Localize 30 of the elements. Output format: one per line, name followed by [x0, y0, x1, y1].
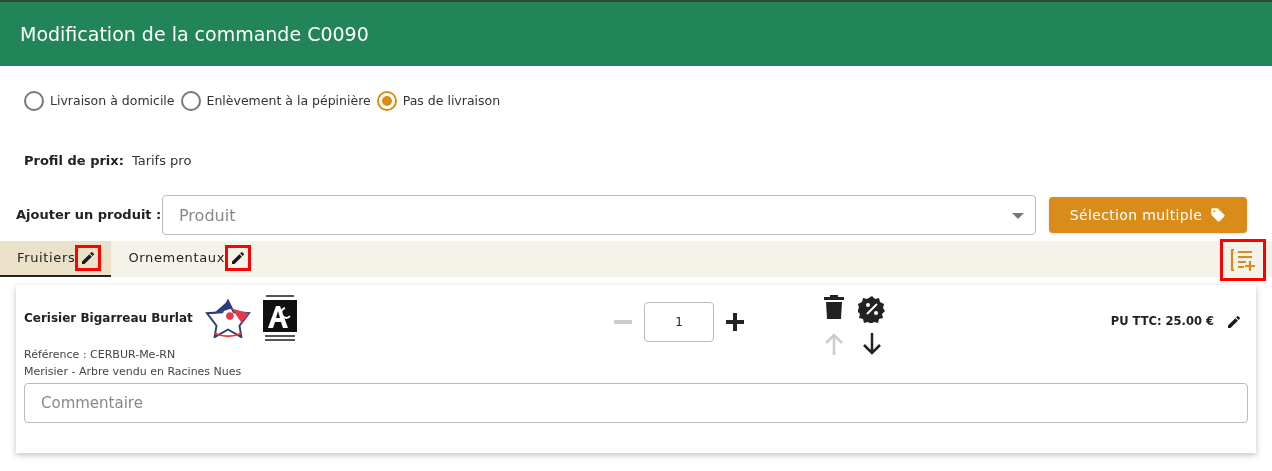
- product-select[interactable]: Produit: [162, 195, 1036, 235]
- add-block-icon[interactable]: [1220, 239, 1266, 281]
- discount-badge-icon[interactable]: [858, 295, 886, 323]
- product-name: Cerisier Bigarreau Burlat: [24, 310, 193, 327]
- down-arrow-icon[interactable]: [862, 333, 882, 355]
- quantity-field[interactable]: 1: [644, 302, 714, 342]
- add-product-label: Ajouter un produit :: [16, 206, 162, 225]
- radio-button[interactable]: [180, 91, 201, 111]
- radio-label[interactable]: Enlèvement à la pépinière: [206, 91, 371, 111]
- dropdown-caret-icon: [1012, 212, 1024, 220]
- comment-field[interactable]: Commentaire: [24, 383, 1248, 423]
- unit-price: PU TTC: 25.00 €: [1110, 313, 1214, 331]
- category-tab[interactable]: Ornementaux: [128, 248, 226, 268]
- edit-icon[interactable]: [225, 245, 252, 271]
- product-reference: Référence : CERBUR-Me-RN: [24, 347, 177, 363]
- product-description: Merisier - Arbre vendu en Racines Nues: [24, 363, 243, 380]
- dialog-title: Modification de la commande C0090: [20, 21, 369, 47]
- trash-icon[interactable]: [824, 295, 844, 319]
- plus-icon[interactable]: [726, 313, 744, 331]
- radio-label[interactable]: Livraison à domicile: [50, 91, 175, 111]
- price-profile-value: Tarifs pro: [131, 152, 192, 171]
- tag-icon: [1210, 207, 1227, 223]
- star-label-icon: [204, 298, 251, 338]
- radio-button[interactable]: [24, 91, 44, 111]
- edit-icon[interactable]: [75, 245, 102, 271]
- radio-button[interactable]: [376, 91, 397, 111]
- price-profile-label: Profil de prix:: [24, 152, 124, 171]
- radio-label[interactable]: Pas de livraison: [402, 91, 501, 111]
- edit-icon[interactable]: [1226, 314, 1242, 330]
- organic-label-icon: [262, 294, 297, 342]
